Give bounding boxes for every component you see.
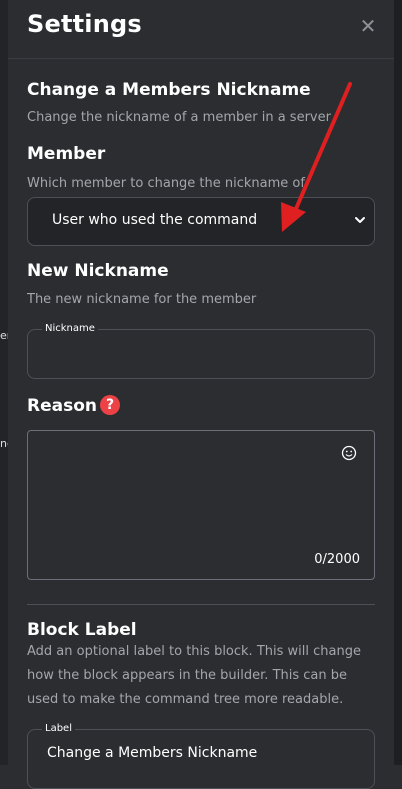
settings-panel: Settings ✕ Change a Members Nickname Cha…: [8, 0, 394, 789]
panel-title: Settings: [27, 10, 142, 38]
block-description: Change the nickname of a member in a ser…: [27, 110, 331, 125]
label-field-legend: Label: [42, 723, 75, 734]
label-input[interactable]: Label Change a Members Nickname: [27, 723, 375, 789]
help-icon[interactable]: ?: [100, 395, 120, 415]
reason-label-text: Reason: [27, 396, 97, 416]
new-nickname-label: New Nickname: [27, 261, 169, 281]
block-label-description-line: Add an optional label to this block. Thi…: [27, 644, 361, 659]
nickname-field-legend: Nickname: [42, 323, 98, 334]
nickname-input[interactable]: Nickname: [27, 323, 375, 379]
reason-textarea[interactable]: 0/2000: [27, 430, 375, 580]
close-button[interactable]: ✕: [358, 14, 378, 38]
right-edge-strip: [394, 0, 402, 765]
member-description: Which member to change the nickname of.: [27, 176, 309, 191]
reason-label: Reason ?: [27, 395, 120, 416]
block-title: Change a Members Nickname: [27, 80, 311, 100]
member-select[interactable]: User who used the command: [27, 197, 375, 246]
block-label-title: Block Label: [27, 620, 137, 640]
chevron-down-icon: [355, 217, 365, 223]
new-nickname-description: The new nickname for the member: [27, 292, 257, 307]
close-icon: ✕: [359, 14, 377, 38]
block-label-description-line: used to make the command tree more reada…: [27, 692, 344, 707]
member-label: Member: [27, 144, 106, 164]
settings-header: Settings ✕: [8, 0, 394, 59]
background-builder-strip: er ne: [0, 0, 14, 765]
section-divider: [27, 604, 375, 605]
character-counter: 0/2000: [314, 552, 360, 567]
block-label-description-line: how the block appears in the builder. Th…: [27, 668, 347, 683]
label-value: Change a Members Nickname: [47, 745, 258, 761]
member-select-value: User who used the command: [52, 212, 258, 228]
smiley-icon[interactable]: [341, 445, 357, 461]
